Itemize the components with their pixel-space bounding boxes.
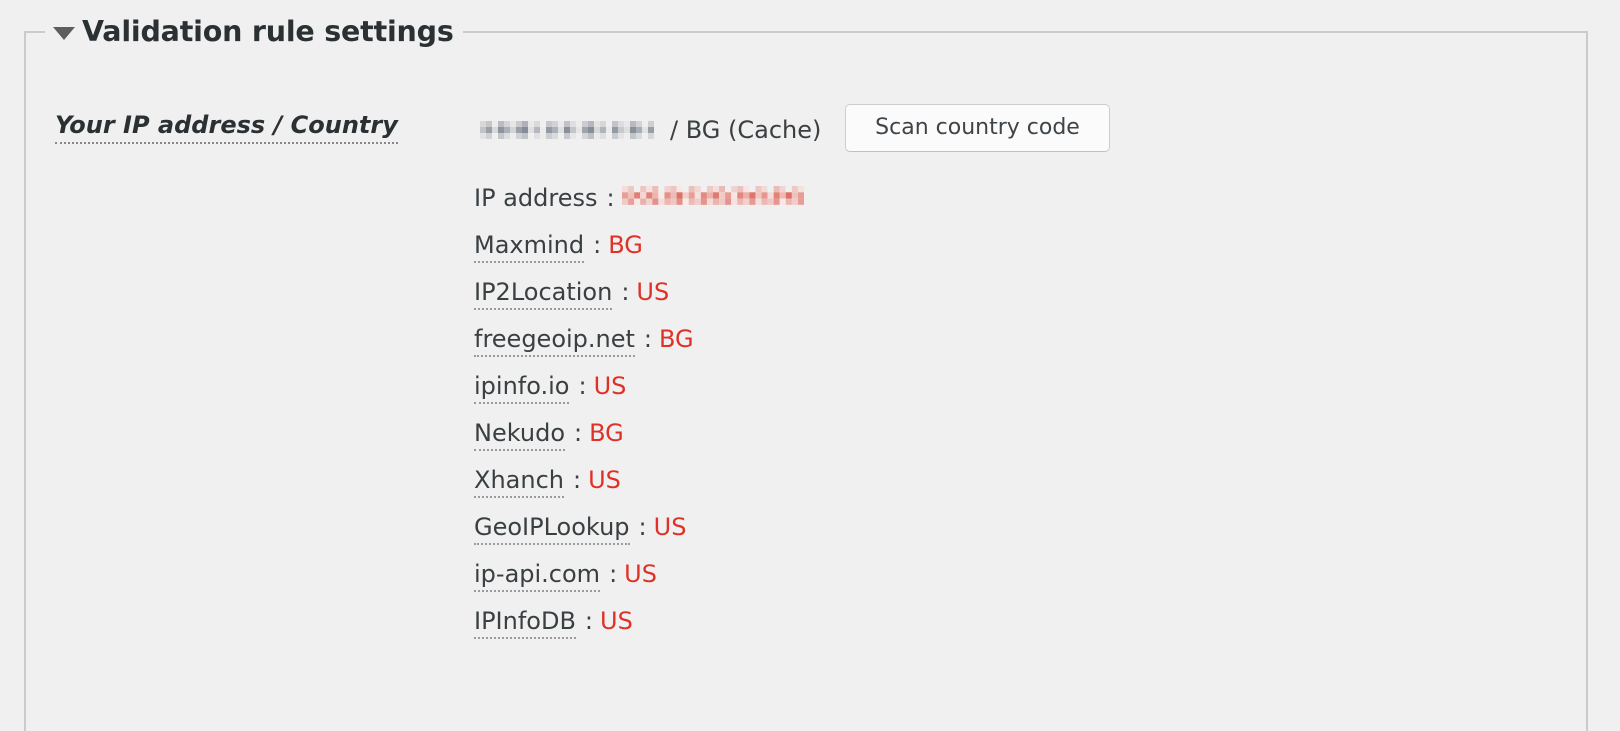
provider-country-code: US — [593, 372, 627, 400]
result-separator: : — [572, 466, 582, 494]
provider-country-code: US — [600, 607, 633, 635]
result-label-ip-address: IP address — [474, 184, 598, 212]
provider-name[interactable]: ipinfo.io — [474, 372, 570, 404]
geoip-results-list: IP address : Maxmind: BG IP2Location: … — [474, 184, 1174, 654]
table-row: GeoIPLookup : US — [474, 513, 1174, 560]
table-row: Xhanch : US — [474, 466, 1174, 513]
provider-country-code: US — [636, 278, 670, 306]
result-separator: : — [609, 560, 618, 588]
result-separator: : — [638, 513, 647, 541]
result-row-ip-address: IP address : — [474, 184, 1174, 231]
provider-country-code: BG — [659, 325, 694, 353]
your-ip-country-value: / BG (Cache) — [474, 110, 821, 150]
result-separator: : — [578, 372, 587, 400]
provider-name[interactable]: Nekudo — [474, 419, 566, 451]
table-row: Maxmind : BG — [474, 231, 1174, 278]
provider-name[interactable]: ip-api.com — [474, 560, 601, 592]
your-country-text: / BG (Cache) — [670, 116, 822, 144]
table-row: IP2Location : US — [474, 278, 1174, 325]
result-separator: : — [593, 231, 602, 259]
your-ip-country-row: Your IP address / Country / BG (Cache) S… — [0, 104, 1620, 154]
redacted-ip-address-mosaic — [474, 118, 660, 142]
your-ip-country-label: Your IP address / Country — [55, 111, 398, 144]
provider-name[interactable]: Maxmind — [474, 231, 585, 263]
result-separator: : — [584, 607, 594, 635]
table-row: Nekudo : BG — [474, 419, 1174, 466]
panel-content: Your IP address / Country / BG (Cache) S… — [0, 0, 1620, 680]
result-separator: : — [643, 325, 653, 353]
result-separator: : — [574, 419, 583, 447]
scan-country-code-button[interactable]: Scan country code — [845, 104, 1110, 152]
provider-country-code: US — [624, 560, 657, 588]
provider-country-code: US — [588, 466, 621, 494]
table-row: ipinfo.io : US — [474, 372, 1174, 419]
result-separator: : — [621, 278, 630, 306]
provider-country-code: BG — [608, 231, 643, 259]
result-separator: : — [606, 184, 615, 212]
provider-name[interactable]: IP2Location — [474, 278, 613, 310]
provider-country-code: US — [653, 513, 687, 541]
table-row: ip-api.com : US — [474, 560, 1174, 607]
provider-name[interactable]: freegeoip.net — [474, 325, 635, 357]
redacted-resolved-ip-mosaic — [621, 186, 804, 208]
table-row: IPInfoDB : US — [474, 607, 1174, 654]
provider-name[interactable]: GeoIPLookup — [474, 513, 630, 545]
provider-country-code: BG — [589, 419, 624, 447]
table-row: freegeoip.net : BG — [474, 325, 1174, 372]
provider-name[interactable]: IPInfoDB — [474, 607, 576, 639]
provider-name[interactable]: Xhanch — [474, 466, 564, 498]
